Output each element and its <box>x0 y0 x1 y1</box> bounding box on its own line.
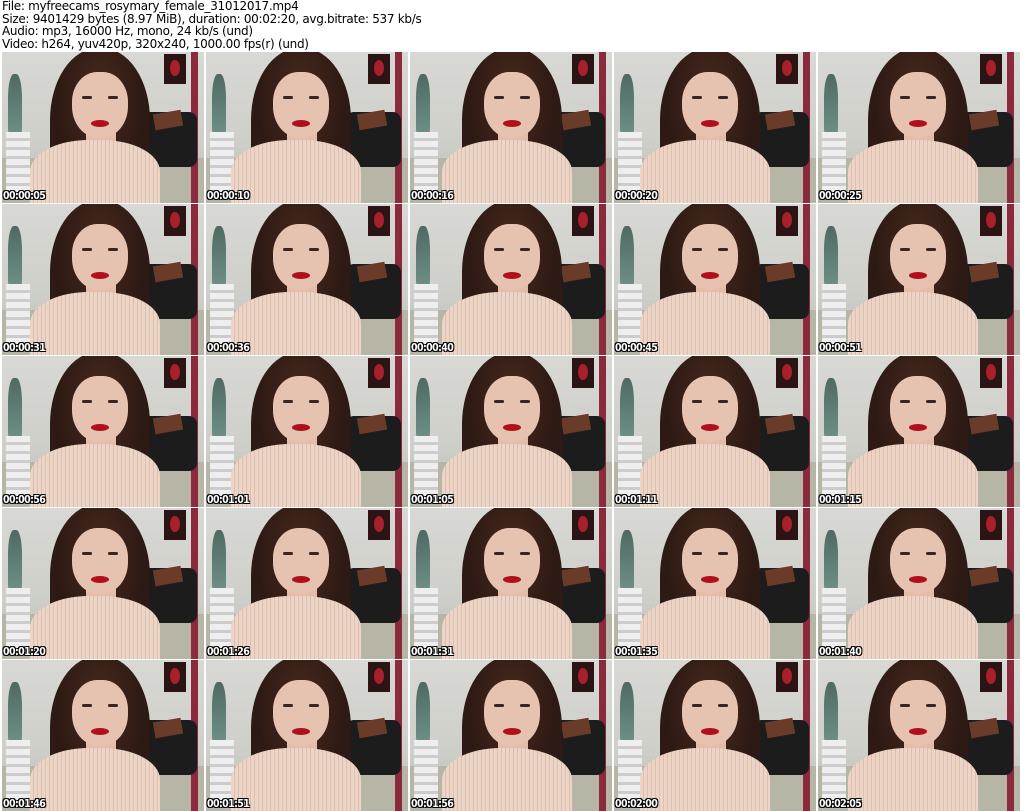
video-frame-thumbnail: 00:01:26 <box>206 508 408 659</box>
video-info-line: Video: h264, yuv420p, 320x240, 1000.00 f… <box>2 36 309 51</box>
video-frame-thumbnail: 00:01:11 <box>614 356 816 507</box>
video-frame-thumbnail: 00:01:05 <box>410 356 612 507</box>
frame-timestamp: 00:01:20 <box>3 646 46 658</box>
video-frame-thumbnail: 00:01:15 <box>818 356 1020 507</box>
frame-timestamp: 00:01:01 <box>207 494 250 506</box>
video-frame-thumbnail: 00:02:05 <box>818 660 1020 811</box>
frame-timestamp: 00:00:51 <box>819 342 862 354</box>
frame-timestamp: 00:01:35 <box>615 646 658 658</box>
frame-timestamp: 00:02:00 <box>615 798 658 810</box>
audio-info-line: Audio: mp3, 16000 Hz, mono, 24 kb/s (und… <box>2 24 253 38</box>
frame-timestamp: 00:00:16 <box>411 190 454 202</box>
video-frame-thumbnail: 00:01:46 <box>2 660 204 811</box>
frame-timestamp: 00:02:05 <box>819 798 862 810</box>
video-frame-thumbnail: 00:00:05 <box>2 52 204 203</box>
frame-timestamp: 00:01:56 <box>411 798 454 810</box>
video-frame-thumbnail: 00:00:40 <box>410 204 612 355</box>
frame-timestamp: 00:00:56 <box>3 494 46 506</box>
video-frame-thumbnail: 00:00:31 <box>2 204 204 355</box>
frame-timestamp: 00:01:31 <box>411 646 454 658</box>
thumbnail-grid: 00:00:05 00:00:10 00:00:16 00:00:20 00:00:25… <box>2 52 1020 811</box>
video-info-header: File: myfreecams_rosymary_female_3101201… <box>2 0 422 51</box>
frame-timestamp: 00:00:31 <box>3 342 46 354</box>
frame-timestamp: 00:01:11 <box>615 494 658 506</box>
video-frame-thumbnail: 00:01:51 <box>206 660 408 811</box>
frame-timestamp: 00:01:05 <box>411 494 454 506</box>
frame-timestamp: 00:01:40 <box>819 646 862 658</box>
video-frame-thumbnail: 00:00:25 <box>818 52 1020 203</box>
video-frame-thumbnail: 00:00:20 <box>614 52 816 203</box>
frame-timestamp: 00:00:40 <box>411 342 454 354</box>
frame-timestamp: 00:00:36 <box>207 342 250 354</box>
video-frame-thumbnail: 00:01:20 <box>2 508 204 659</box>
frame-timestamp: 00:01:46 <box>3 798 46 810</box>
frame-timestamp: 00:00:20 <box>615 190 658 202</box>
video-frame-thumbnail: 00:00:56 <box>2 356 204 507</box>
video-frame-thumbnail: 00:02:00 <box>614 660 816 811</box>
video-frame-thumbnail: 00:00:10 <box>206 52 408 203</box>
frame-timestamp: 00:00:10 <box>207 190 250 202</box>
video-frame-thumbnail: 00:01:01 <box>206 356 408 507</box>
video-frame-thumbnail: 00:00:36 <box>206 204 408 355</box>
frame-timestamp: 00:01:51 <box>207 798 250 810</box>
video-frame-thumbnail: 00:00:45 <box>614 204 816 355</box>
video-frame-thumbnail: 00:00:51 <box>818 204 1020 355</box>
frame-timestamp: 00:00:45 <box>615 342 658 354</box>
video-frame-thumbnail: 00:01:56 <box>410 660 612 811</box>
video-frame-thumbnail: 00:01:35 <box>614 508 816 659</box>
frame-timestamp: 00:00:25 <box>819 190 862 202</box>
frame-timestamp: 00:01:15 <box>819 494 862 506</box>
video-frame-thumbnail: 00:00:16 <box>410 52 612 203</box>
frame-timestamp: 00:00:05 <box>3 190 46 202</box>
video-frame-thumbnail: 00:01:40 <box>818 508 1020 659</box>
file-name-line: File: myfreecams_rosymary_female_3101201… <box>2 0 299 13</box>
frame-timestamp: 00:01:26 <box>207 646 250 658</box>
video-frame-thumbnail: 00:01:31 <box>410 508 612 659</box>
